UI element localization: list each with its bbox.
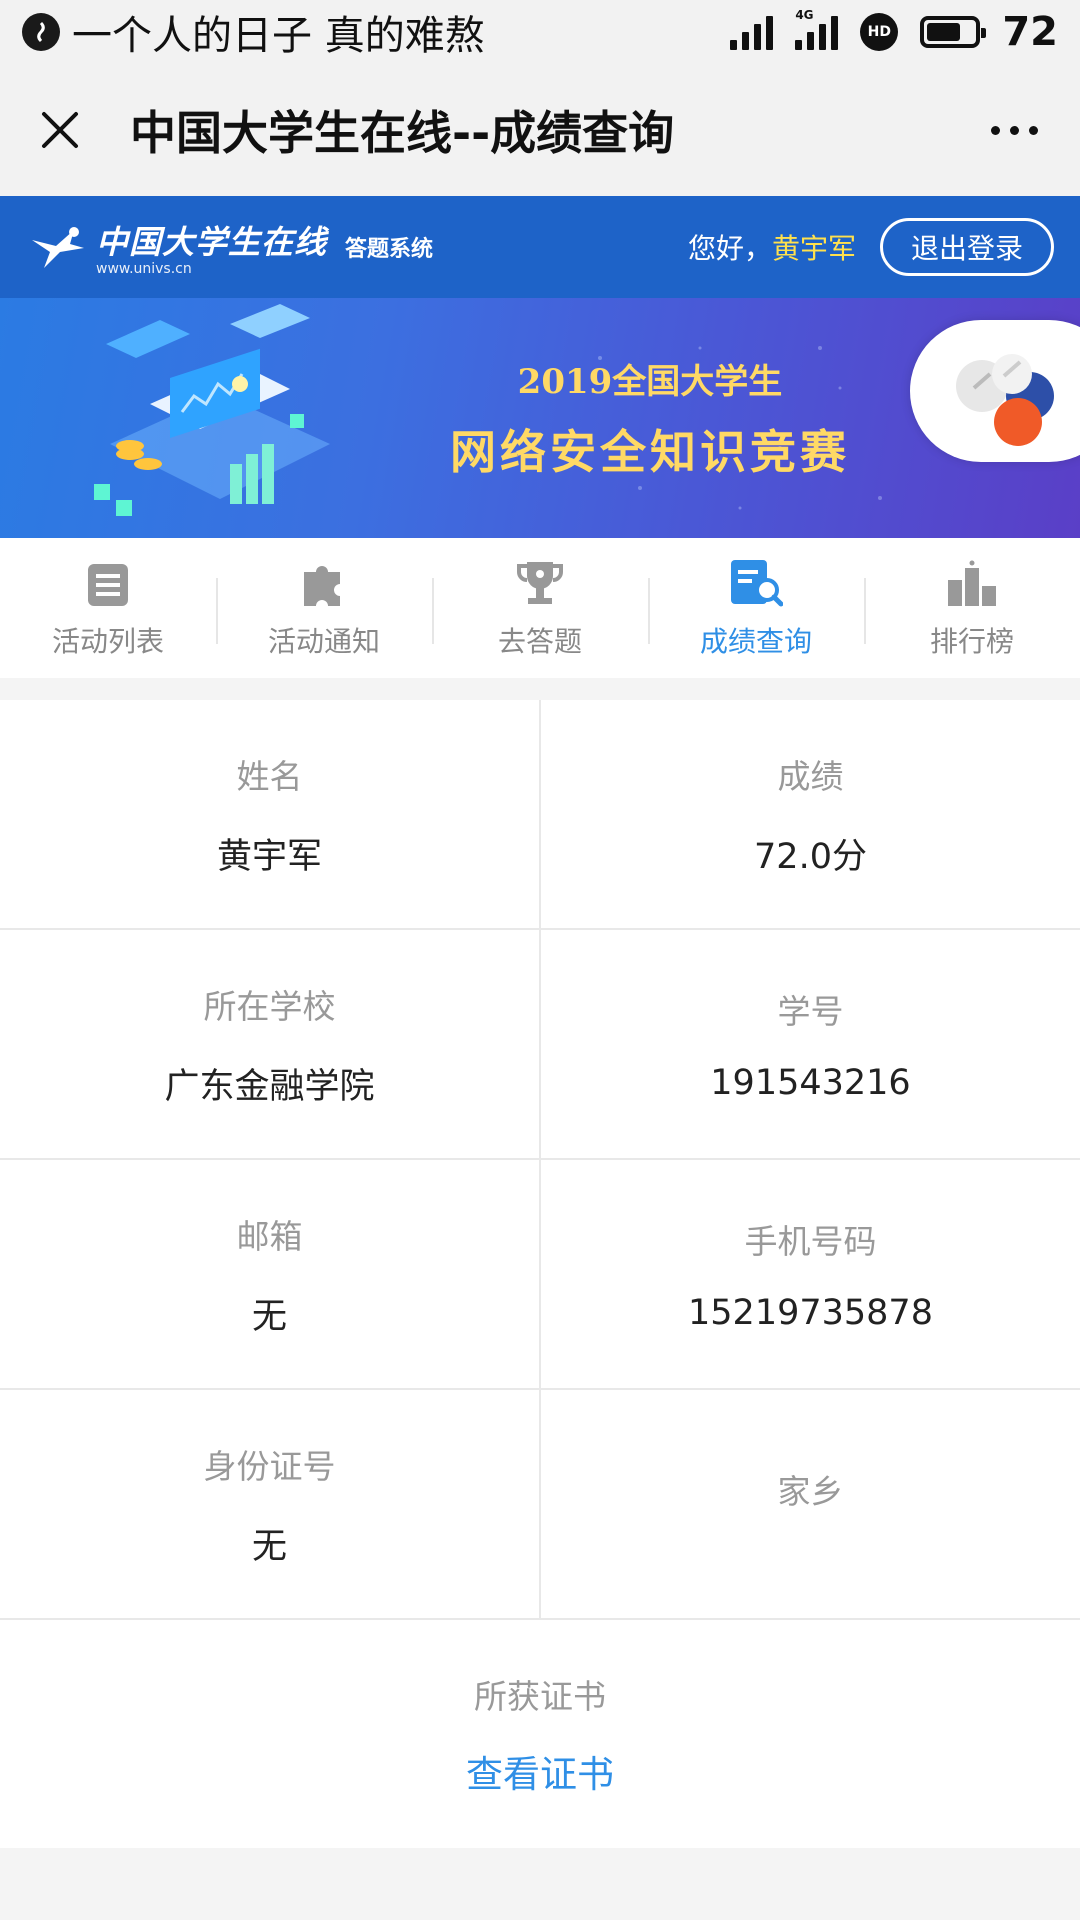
id-card-value: 无 — [251, 1526, 287, 1567]
score-info-panel: 姓名 黄宇军 成绩 72.0分 所在学校 广东金融学院 学号 191543216… — [0, 700, 1080, 1848]
battery-icon — [920, 16, 987, 48]
tab-label: 去答题 — [497, 625, 582, 658]
user-name: 黄宇军 — [771, 232, 856, 265]
school-label: 所在学校 — [203, 986, 336, 1026]
view-certificate-link[interactable]: 查看证书 — [466, 1744, 614, 1798]
4g-signal-icon: 4G — [795, 8, 839, 50]
more-dot-icon — [1029, 125, 1038, 135]
battery-fill — [927, 23, 961, 41]
banner: 2019全国大学生 网络安全知识竞赛 — [0, 298, 1080, 538]
hd-voice-icon: HD — [860, 13, 899, 51]
logo-text: 中国大学生在线 — [96, 223, 328, 261]
info-row: 姓名 黄宇军 成绩 72.0分 — [0, 700, 1080, 930]
status-notification-text: 一个人的日子 真的难熬 — [72, 13, 485, 59]
close-button[interactable] — [30, 100, 90, 160]
trophy-icon — [517, 562, 563, 604]
email-cell: 邮箱 无 — [0, 1160, 539, 1388]
more-dot-icon — [1010, 125, 1019, 135]
info-row: 邮箱 无 手机号码 15219735878 — [0, 1160, 1080, 1390]
phone-value: 15219735878 — [688, 1293, 933, 1333]
tab-activity-list[interactable]: 活动列表 — [0, 538, 216, 678]
school-value: 广东金融学院 — [164, 1066, 375, 1107]
puzzle-icon — [304, 566, 340, 606]
phone-label: 手机号码 — [744, 1222, 877, 1261]
close-icon — [42, 112, 78, 148]
student-id-cell: 学号 191543216 — [539, 930, 1080, 1158]
id-card-cell: 身份证号 无 — [0, 1390, 539, 1618]
tab-label: 排行榜 — [929, 625, 1014, 658]
logout-button[interactable]: 退出登录 — [879, 218, 1054, 276]
id-card-label: 身份证号 — [203, 1446, 336, 1486]
app-notification-icon — [22, 13, 60, 51]
more-dot-icon — [991, 125, 1000, 135]
hometown-label: 家乡 — [777, 1472, 844, 1511]
tab-label: 活动列表 — [51, 625, 164, 658]
banner-title-line2: 网络安全知识竞赛 — [450, 425, 850, 479]
banner-badge — [910, 320, 1080, 462]
tab-label: 成绩查询 — [699, 625, 812, 658]
email-label: 邮箱 — [236, 1216, 303, 1256]
network-type-label: 4G — [795, 8, 814, 22]
logo-figure-icon — [32, 227, 84, 268]
more-menu-button[interactable] — [979, 106, 1050, 155]
signal-strength-icon — [730, 14, 774, 50]
score-value: 72.0分 — [754, 836, 867, 877]
name-cell: 姓名 黄宇军 — [0, 700, 539, 928]
tab-answer[interactable]: 去答题 — [432, 538, 648, 678]
greeting-text: 您好， — [687, 232, 772, 265]
student-id-label: 学号 — [777, 992, 844, 1031]
hometown-cell: 家乡 — [539, 1390, 1080, 1618]
list-icon — [88, 564, 128, 606]
name-value: 黄宇军 — [216, 836, 322, 877]
status-bar: 一个人的日子 真的难熬 4G HD 72 — [0, 0, 1080, 64]
certificate-label: 所获证书 — [474, 1677, 606, 1716]
tab-score-query[interactable]: 成绩查询 — [648, 538, 864, 678]
student-id-value: 191543216 — [710, 1063, 911, 1103]
site-logo[interactable]: 中国大学生在线 www.univs.cn 答题系统 — [26, 217, 433, 277]
nav-bar: 中国大学生在线--成绩查询 — [0, 64, 1080, 196]
greeting: 您好，黄宇军 — [688, 227, 856, 267]
logo-url: www.univs.cn — [96, 261, 192, 277]
tab-bar: 活动列表 活动通知 去答题 成绩查询 排行榜 — [0, 538, 1080, 678]
tab-ranking[interactable]: 排行榜 — [864, 538, 1080, 678]
school-cell: 所在学校 广东金融学院 — [0, 930, 539, 1158]
score-cell: 成绩 72.0分 — [539, 700, 1080, 928]
page-title: 中国大学生在线--成绩查询 — [130, 106, 675, 160]
battery-percent: 72 — [1002, 9, 1058, 55]
phone-cell: 手机号码 15219735878 — [539, 1160, 1080, 1388]
info-row: 身份证号 无 家乡 — [0, 1390, 1080, 1620]
email-value: 无 — [251, 1296, 287, 1337]
tab-activity-notice[interactable]: 活动通知 — [216, 538, 432, 678]
name-label: 姓名 — [236, 756, 303, 796]
score-search-icon — [731, 560, 783, 607]
site-header: 中国大学生在线 www.univs.cn 答题系统 您好，黄宇军 退出登录 — [0, 196, 1080, 298]
tab-label: 活动通知 — [267, 625, 380, 658]
score-label: 成绩 — [777, 756, 844, 796]
info-row: 所在学校 广东金融学院 学号 191543216 — [0, 930, 1080, 1160]
logo-subtitle: 答题系统 — [345, 237, 434, 262]
security-badge-icon — [956, 354, 1054, 446]
certificate-section: 所获证书 查看证书 — [0, 1620, 1080, 1848]
ranking-icon — [948, 560, 996, 606]
